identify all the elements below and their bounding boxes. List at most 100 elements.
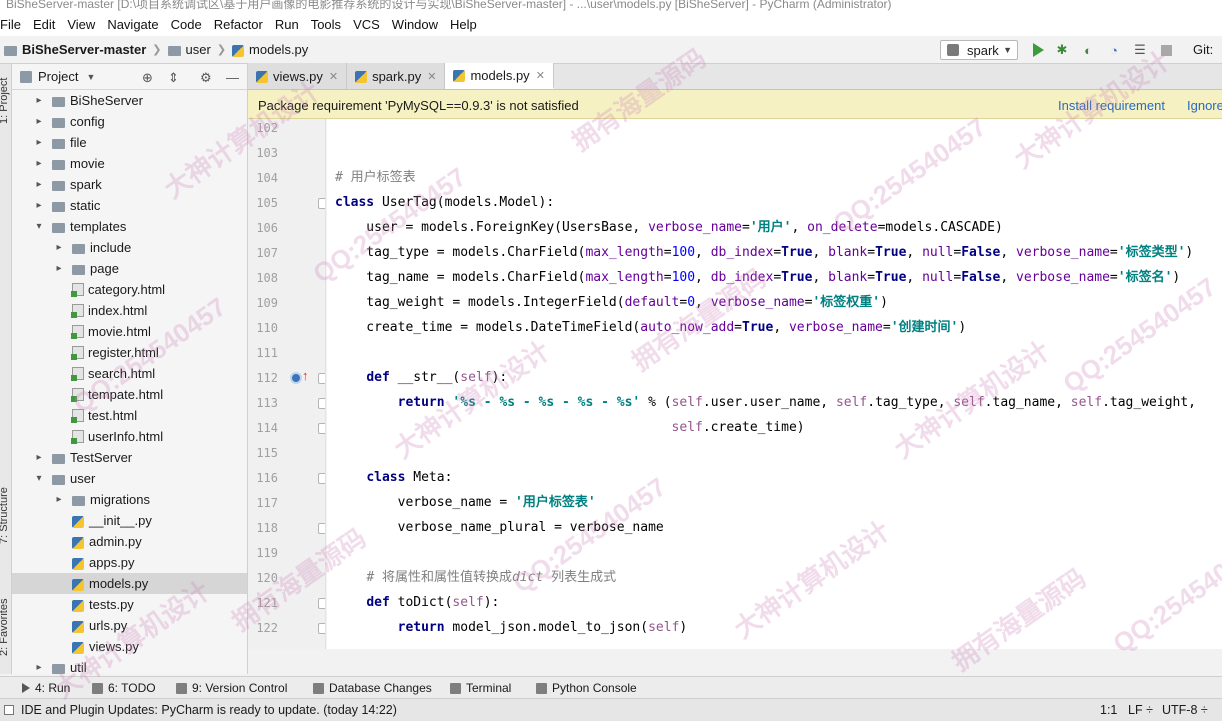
- fold-marker-icon[interactable]: [318, 198, 325, 209]
- code-line[interactable]: self.create_time): [335, 415, 805, 440]
- code-line[interactable]: tag_weight = models.IntegerField(default…: [335, 290, 888, 315]
- tree-item[interactable]: category.html: [12, 279, 247, 300]
- chevron-right-icon[interactable]: ▸: [34, 116, 44, 127]
- fold-marker-icon[interactable]: [318, 373, 325, 384]
- chevron-right-icon[interactable]: ▸: [54, 494, 64, 505]
- tree-item[interactable]: apps.py: [12, 552, 247, 573]
- tree-item[interactable]: models.py: [12, 573, 247, 594]
- tree-item[interactable]: ▸ page: [12, 258, 247, 279]
- status-toggle-icon[interactable]: [4, 705, 14, 715]
- tree-item[interactable]: urls.py: [12, 615, 247, 636]
- run-configuration-select[interactable]: spark ▼: [940, 40, 1018, 60]
- code-line[interactable]: return '%s - %s - %s - %s - %s' % (self.…: [335, 390, 1196, 415]
- tree-item[interactable]: ▸ migrations: [12, 489, 247, 510]
- code-line[interactable]: def toDict(self):: [335, 590, 499, 615]
- menu-run[interactable]: Run: [269, 17, 305, 32]
- menu-navigate[interactable]: Navigate: [101, 17, 164, 32]
- gear-icon[interactable]: ⚙: [200, 70, 212, 86]
- caret-position[interactable]: 1:1: [1100, 703, 1117, 717]
- file-encoding[interactable]: UTF-8 ÷: [1162, 703, 1208, 717]
- breadcrumb-project[interactable]: BiSheServer-master: [22, 42, 146, 57]
- tree-item[interactable]: movie.html: [12, 321, 247, 342]
- code-line[interactable]: def __str__(self):: [335, 365, 507, 390]
- ignore-link[interactable]: Ignore: [1187, 98, 1222, 113]
- chevron-right-icon[interactable]: ▸: [34, 452, 44, 463]
- close-icon[interactable]: ✕: [329, 70, 338, 83]
- locate-icon[interactable]: ⊕: [142, 70, 153, 86]
- profile-button[interactable]: ◔: [1107, 43, 1121, 58]
- code-line[interactable]: return model_json.model_to_json(self): [335, 615, 688, 640]
- coverage-button[interactable]: ◐: [1081, 43, 1095, 58]
- tree-item[interactable]: search.html: [12, 363, 247, 384]
- tree-item[interactable]: __init__.py: [12, 510, 247, 531]
- project-panel-title[interactable]: Project: [38, 69, 78, 84]
- menu-tools[interactable]: Tools: [305, 17, 347, 32]
- run-button[interactable]: [1031, 43, 1045, 57]
- tab-views-py[interactable]: views.py ✕: [248, 63, 348, 89]
- bottom-tool-todo[interactable]: 6: TODO: [92, 681, 156, 695]
- code-line[interactable]: class UserTag(models.Model):: [335, 190, 554, 215]
- favorites-tool-button[interactable]: 2: Favorites: [0, 599, 10, 656]
- line-separator[interactable]: LF ÷: [1128, 703, 1153, 717]
- tree-item[interactable]: ▸ spark: [12, 174, 247, 195]
- code-line[interactable]: # 用户标签表: [335, 165, 416, 190]
- code-line[interactable]: user = models.ForeignKey(UsersBase, verb…: [335, 215, 1003, 240]
- tree-item[interactable]: ▸ include: [12, 237, 247, 258]
- code-line[interactable]: verbose_name = '用户标签表': [335, 490, 596, 515]
- chevron-right-icon[interactable]: ▸: [54, 242, 64, 253]
- fold-marker-icon[interactable]: [318, 473, 325, 484]
- code-line[interactable]: verbose_name_plural = verbose_name: [335, 515, 664, 540]
- tree-item[interactable]: index.html: [12, 300, 247, 321]
- chevron-right-icon[interactable]: ▸: [34, 662, 44, 673]
- debug-button[interactable]: ✱: [1055, 42, 1069, 57]
- tree-item[interactable]: tests.py: [12, 594, 247, 615]
- tree-item[interactable]: admin.py: [12, 531, 247, 552]
- menu-window[interactable]: Window: [386, 17, 444, 32]
- tree-item[interactable]: register.html: [12, 342, 247, 363]
- menu-code[interactable]: Code: [165, 17, 208, 32]
- close-icon[interactable]: ✕: [536, 69, 545, 82]
- tree-item[interactable]: ▸ util: [12, 657, 247, 674]
- menu-vcs[interactable]: VCS: [347, 17, 386, 32]
- fold-marker-icon[interactable]: [318, 423, 325, 434]
- tree-item[interactable]: ▾ user: [12, 468, 247, 489]
- chevron-down-icon[interactable]: ▾: [34, 221, 44, 232]
- collapse-all-icon[interactable]: ⇕: [168, 70, 179, 86]
- breadcrumb-file[interactable]: models.py: [249, 42, 308, 57]
- tree-item[interactable]: ▸ static: [12, 195, 247, 216]
- chevron-right-icon[interactable]: ▸: [34, 137, 44, 148]
- chevron-down-icon[interactable]: ▼: [86, 72, 95, 82]
- code-editor[interactable]: # 用户标签表 class UserTag(models.Model): user…: [327, 119, 1222, 649]
- breadcrumb-folder[interactable]: user: [186, 42, 211, 57]
- code-line[interactable]: tag_type = models.CharField(max_length=1…: [335, 240, 1193, 265]
- menu-edit[interactable]: Edit: [27, 17, 61, 32]
- tree-item[interactable]: ▾ templates: [12, 216, 247, 237]
- install-requirement-link[interactable]: Install requirement: [1058, 98, 1165, 113]
- code-line[interactable]: tag_name = models.CharField(max_length=1…: [335, 265, 1180, 290]
- tree-item[interactable]: tempate.html: [12, 384, 247, 405]
- tree-item[interactable]: ▸ file: [12, 132, 247, 153]
- chevron-right-icon[interactable]: ▸: [34, 158, 44, 169]
- override-marker-icon[interactable]: [290, 372, 302, 384]
- tree-item[interactable]: test.html: [12, 405, 247, 426]
- tree-item[interactable]: ▸ BiSheServer: [12, 90, 247, 111]
- tree-item[interactable]: userInfo.html: [12, 426, 247, 447]
- tree-item[interactable]: ▸ movie: [12, 153, 247, 174]
- code-line[interactable]: create_time = models.DateTimeField(auto_…: [335, 315, 966, 340]
- build-button[interactable]: ☰: [1133, 42, 1147, 57]
- chevron-right-icon[interactable]: ▸: [34, 200, 44, 211]
- chevron-right-icon[interactable]: ▸: [34, 95, 44, 106]
- code-line[interactable]: class Meta:: [335, 465, 452, 490]
- fold-marker-icon[interactable]: [318, 398, 325, 409]
- menu-file[interactable]: File: [0, 17, 27, 32]
- menu-view[interactable]: View: [61, 17, 101, 32]
- bottom-tool-python-console[interactable]: Python Console: [536, 681, 637, 695]
- close-icon[interactable]: ✕: [427, 70, 436, 83]
- status-message[interactable]: IDE and Plugin Updates: PyCharm is ready…: [21, 703, 397, 717]
- structure-tool-button[interactable]: 7: Structure: [0, 487, 10, 544]
- minimize-icon[interactable]: —: [226, 70, 239, 85]
- tree-item[interactable]: views.py: [12, 636, 247, 657]
- git-label[interactable]: Git:: [1193, 42, 1213, 57]
- bottom-tool-play[interactable]: 4: Run: [22, 681, 70, 695]
- menu-help[interactable]: Help: [444, 17, 483, 32]
